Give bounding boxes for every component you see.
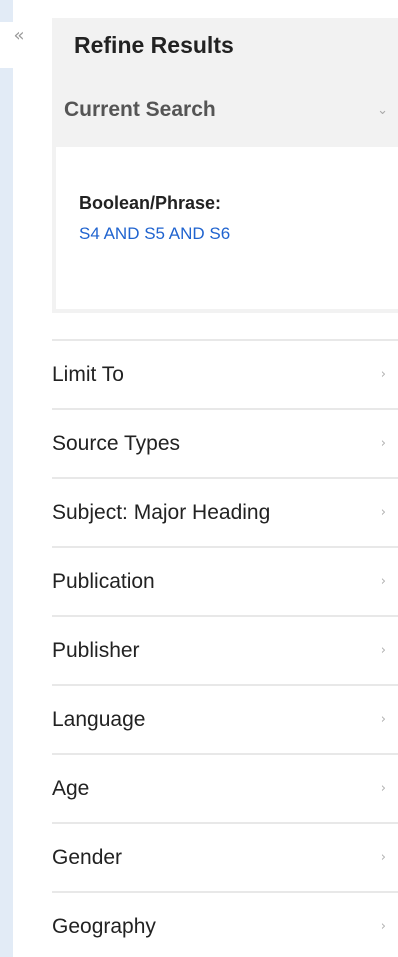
- left-strip: [0, 0, 13, 957]
- refine-results-page: « Refine Results Current Search ⌄ Boolea…: [0, 0, 398, 957]
- facet-label: Gender: [52, 845, 123, 869]
- facet-label: Geography: [52, 914, 156, 938]
- chevron-down-icon: ⌄: [377, 102, 388, 118]
- facet-publication[interactable]: Publication ›: [52, 548, 398, 617]
- facet-label: Subject: Major Heading: [52, 500, 271, 524]
- facet-list: Limit To › Source Types › Subject: Major…: [52, 339, 398, 957]
- facet-limit-to[interactable]: Limit To ›: [52, 341, 398, 410]
- current-search-body: Boolean/Phrase: S4 AND S5 AND S6: [56, 147, 398, 309]
- chevron-right-icon: ›: [380, 643, 386, 658]
- facet-geography[interactable]: Geography ›: [52, 893, 398, 957]
- collapse-sidebar-button[interactable]: «: [0, 22, 38, 68]
- facet-label: Publisher: [52, 638, 140, 662]
- chevron-right-icon: ›: [380, 436, 386, 451]
- boolean-phrase-label: Boolean/Phrase:: [79, 193, 222, 213]
- chevron-right-icon: ›: [380, 712, 386, 727]
- facet-publisher[interactable]: Publisher ›: [52, 617, 398, 686]
- facet-source-types[interactable]: Source Types ›: [52, 410, 398, 479]
- facet-label: Publication: [52, 569, 155, 593]
- double-chevron-left-icon: «: [13, 25, 25, 46]
- facet-subject-major-heading[interactable]: Subject: Major Heading ›: [52, 479, 398, 548]
- facet-label: Language: [52, 707, 146, 731]
- chevron-right-icon: ›: [380, 781, 386, 796]
- refine-results-panel: Refine Results Current Search ⌄ Boolean/…: [52, 18, 398, 957]
- facet-age[interactable]: Age ›: [52, 755, 398, 824]
- current-search-toggle[interactable]: Current Search ⌄: [52, 73, 398, 147]
- facet-label: Limit To: [52, 362, 124, 386]
- facet-label: Age: [52, 776, 90, 800]
- boolean-phrase-link[interactable]: S4 AND S5 AND S6: [79, 224, 398, 244]
- chevron-right-icon: ›: [380, 850, 386, 865]
- facet-language[interactable]: Language ›: [52, 686, 398, 755]
- facet-gender[interactable]: Gender ›: [52, 824, 398, 893]
- chevron-right-icon: ›: [380, 505, 386, 520]
- current-search-section: Current Search ⌄ Boolean/Phrase: S4 AND …: [52, 73, 398, 313]
- panel-title: Refine Results: [74, 32, 234, 58]
- chevron-right-icon: ›: [380, 574, 386, 589]
- chevron-right-icon: ›: [380, 919, 386, 934]
- chevron-right-icon: ›: [380, 367, 386, 382]
- current-search-label: Current Search: [64, 98, 216, 121]
- refine-results-header: Refine Results: [52, 18, 398, 73]
- facet-label: Source Types: [52, 431, 181, 455]
